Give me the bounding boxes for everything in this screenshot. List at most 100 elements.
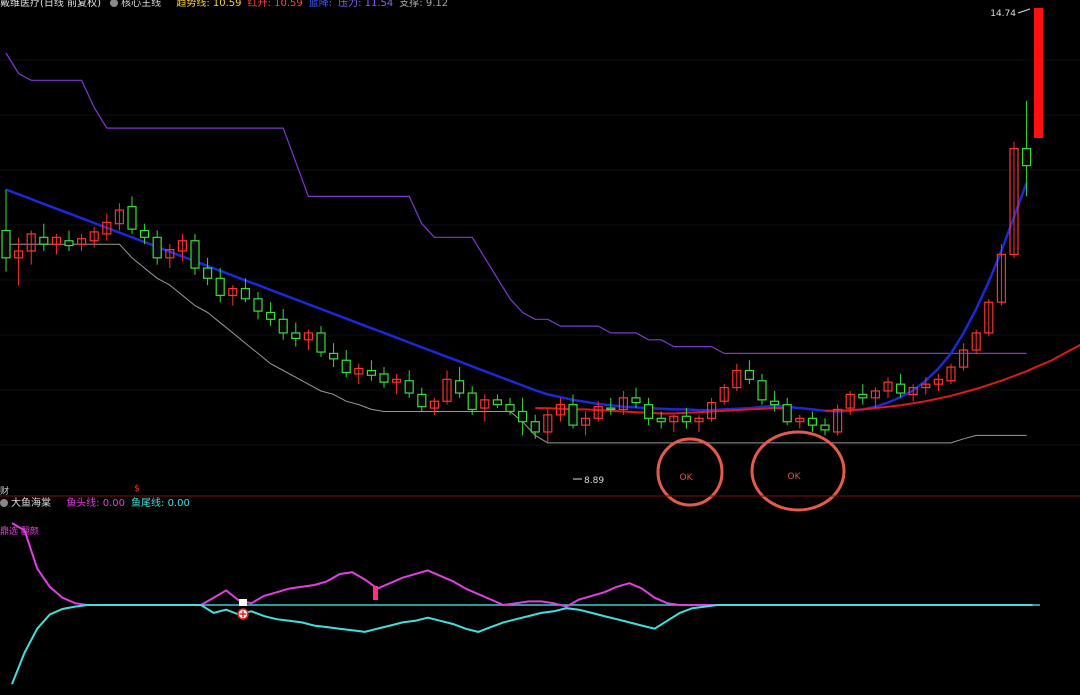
candle — [366, 360, 376, 381]
low-price-label: 8.89 — [584, 476, 604, 486]
candle — [253, 291, 263, 320]
candle-body — [291, 332, 301, 340]
indicator-name: 核心主线 — [110, 0, 167, 9]
candle — [933, 373, 944, 391]
left-marker: 财 — [0, 487, 10, 497]
candle — [492, 394, 502, 409]
candle — [984, 298, 994, 337]
candle — [152, 230, 162, 265]
candle — [266, 302, 276, 327]
candle — [530, 414, 540, 439]
candle — [354, 363, 364, 385]
sub-indicator — [11, 522, 1040, 685]
candle — [921, 377, 931, 395]
candle-body — [1, 229, 11, 259]
candle — [694, 414, 704, 432]
candle — [467, 386, 477, 415]
candle-body — [769, 400, 780, 406]
main-header-item-2: 蓝降: — [308, 0, 333, 9]
candle — [782, 397, 792, 426]
sub-indicator-settings-icon[interactable] — [0, 499, 8, 507]
candle-body — [417, 393, 427, 408]
highlight-circle — [750, 430, 846, 512]
candle — [643, 397, 654, 426]
candle — [580, 411, 591, 436]
candle — [442, 370, 452, 405]
candle-body — [329, 352, 339, 360]
main-header: 戴维医疗(日线 前复权) 核心主线 趋势线: 10.59 红升: 10.59 蓝降:… — [0, 0, 460, 10]
candle — [858, 384, 868, 405]
candle-body — [757, 380, 767, 401]
candle — [114, 203, 125, 231]
candle — [341, 350, 351, 378]
candle — [404, 370, 414, 398]
sub-header: 大鱼海棠 鱼头线: 0.00 鱼尾线: 0.00 — [0, 497, 202, 511]
candle-body — [366, 369, 376, 376]
white-signal-square — [239, 599, 247, 606]
candle-body — [568, 404, 578, 426]
candle — [329, 343, 339, 368]
support-line — [6, 243, 1027, 444]
fish-tail-line — [11, 604, 1033, 685]
ok-label: OK — [788, 472, 802, 482]
candle — [757, 373, 767, 405]
candle-body — [39, 236, 49, 245]
candle-body — [278, 318, 288, 334]
candle-body — [820, 424, 830, 431]
candle-body — [1021, 147, 1032, 167]
candle — [165, 244, 175, 269]
main-header-item-1: 红升: 10.59 — [247, 0, 303, 9]
resistance-line — [5, 52, 1027, 354]
fish-head-line — [11, 522, 1033, 608]
high-price-label: 14.74 — [990, 9, 1016, 19]
candle — [480, 394, 490, 422]
candles — [1, 100, 1032, 443]
candle-body — [631, 397, 641, 404]
candle-body — [127, 206, 137, 230]
candle — [228, 285, 238, 306]
candle-body — [467, 392, 477, 411]
pink-signal-bar — [373, 586, 378, 600]
candle — [51, 233, 62, 255]
candle — [732, 363, 742, 391]
candle-body — [316, 332, 326, 353]
candle-body — [266, 311, 276, 320]
divider-marker: $ — [134, 484, 140, 494]
candle-body — [895, 383, 906, 394]
main-header-item-3: 压力: 11.54 — [338, 0, 394, 9]
stock-title: 戴维医疗(日线 前复权) — [0, 0, 101, 9]
candle — [190, 233, 200, 275]
candle — [291, 322, 301, 347]
main-header-item-0: 趋势线: 10.59 — [176, 0, 242, 9]
candle-body — [606, 407, 616, 411]
indicator-settings-icon[interactable] — [110, 0, 119, 7]
sub-signal-label: 鼎选 翻颜 — [0, 527, 39, 537]
candle-body — [505, 404, 515, 413]
candle-body — [341, 359, 351, 374]
candle — [392, 373, 402, 395]
candle-body — [140, 229, 150, 238]
candle — [669, 414, 679, 432]
candle — [505, 397, 515, 415]
candle — [64, 230, 74, 251]
sub-header-item-1: 鱼尾线: 0.00 — [131, 498, 190, 509]
candle — [303, 329, 313, 351]
candle-body — [807, 417, 818, 426]
candle-body — [517, 410, 528, 423]
candle-body — [744, 369, 755, 380]
candle-body — [404, 380, 414, 394]
candle — [543, 408, 553, 443]
stock-chart: 14.74 8.89 OK OK — [0, 8, 1080, 685]
candle — [631, 387, 641, 409]
candle — [832, 404, 843, 436]
candle — [996, 244, 1007, 306]
candle-body — [455, 380, 465, 394]
candle — [76, 233, 87, 251]
candle — [39, 223, 49, 251]
sub-header-item-0: 鱼头线: 0.00 — [66, 498, 126, 509]
candle — [795, 414, 805, 429]
signal-bar — [1034, 8, 1043, 138]
highlight-circle — [656, 437, 724, 507]
ok-label: OK — [680, 473, 694, 483]
candle — [946, 363, 956, 385]
